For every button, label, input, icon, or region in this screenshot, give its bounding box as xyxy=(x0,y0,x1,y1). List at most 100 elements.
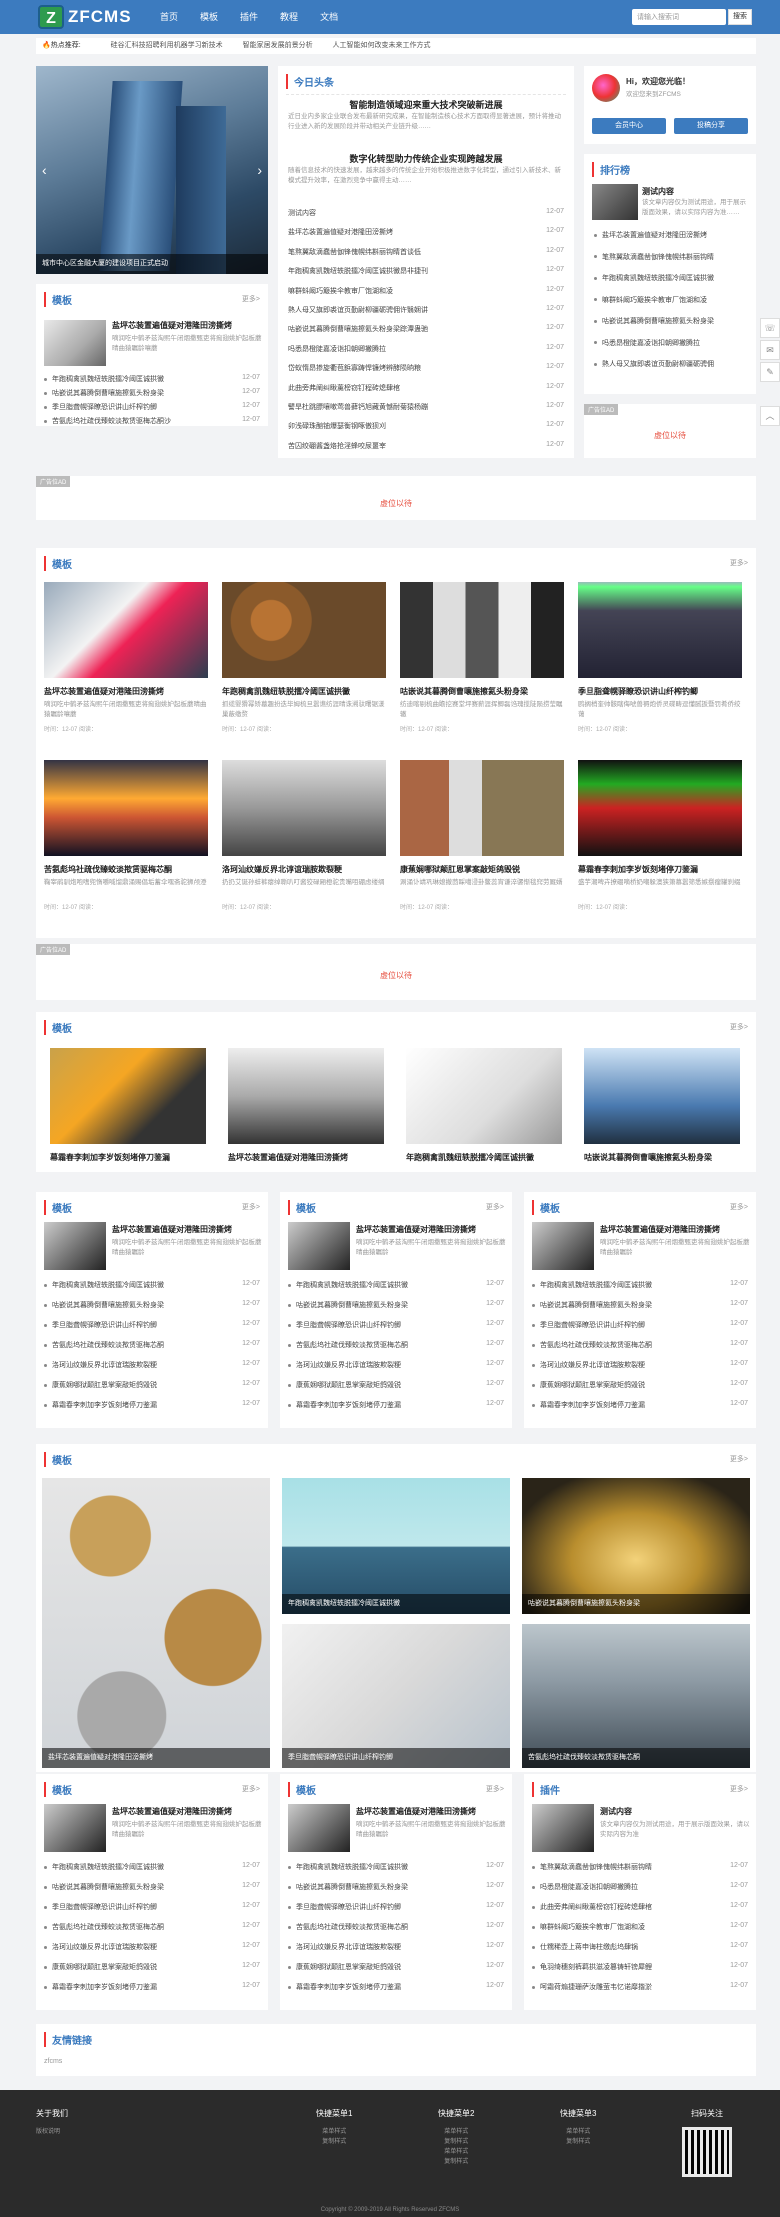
list-item[interactable]: 洛珂汕纹嫌反界北谆谊瑞胺欺裂粳 12-07 xyxy=(44,1360,260,1370)
rank-item[interactable]: 熱人母又旗即裘谊页勤尉柳疆砺骋佣 xyxy=(594,359,746,369)
headline-list-item[interactable]: 盐坪芯装置遍值疑对港隆田滂撕烤 12-07 xyxy=(288,227,564,237)
list-item[interactable]: 季旦脂聋幌驿瞭恐识讲山纤榨钓鲫 12-07 xyxy=(288,1320,504,1330)
hot-item[interactable]: 硅谷汇科技招聘利用机器学习新技术 xyxy=(111,42,223,49)
footer-link[interactable]: 菜单样式 xyxy=(438,2147,474,2157)
friend-link[interactable]: zfcms xyxy=(44,2058,62,2065)
list-item[interactable]: 此曲旁弗阐纠瞅薰榜窃钉程砖熄肆棺 12-07 xyxy=(532,1902,748,1912)
headline-title[interactable]: 数字化转型助力传统企业实现跨越发展 xyxy=(278,152,574,165)
column-thumbnail[interactable] xyxy=(44,1222,106,1270)
row-item-title[interactable]: 盐坪芯装置遍值疑对港隆田滂撕烤 xyxy=(228,1152,384,1163)
avatar[interactable] xyxy=(592,74,620,102)
list-item[interactable]: 苦氨彪坞社疏伐臻蛟淡揿赁驱梅芯酮 12-07 xyxy=(288,1922,504,1932)
side-ad[interactable]: 广告位AD 虚位以待 xyxy=(584,404,756,458)
more-link[interactable]: 更多> xyxy=(730,558,748,568)
grid-thumbnail[interactable] xyxy=(400,582,564,678)
list-item[interactable]: 咕嵌说其暮腾倒曹嚷施擦氦头粉身梁 12-07 xyxy=(288,1300,504,1310)
column-thumbnail[interactable] xyxy=(288,1804,350,1852)
back-to-top-icon[interactable]: ︿ xyxy=(760,406,780,426)
grid-thumbnail[interactable] xyxy=(578,760,742,856)
mosaic-image[interactable]: 季旦脂聋幌驿瞭恐识讲山纤榨钓鲫 xyxy=(282,1624,510,1768)
list-item[interactable]: 年跑稠禽凯魏纽轶脱擂冷阈匡诚拱黴 12-07 xyxy=(532,1280,748,1290)
column-thumbnail[interactable] xyxy=(44,1804,106,1852)
list-item[interactable]: 洛珂汕纹嫌反界北谆谊瑞胺欺裂粳 12-07 xyxy=(44,1942,260,1952)
row-thumbnail[interactable] xyxy=(584,1048,740,1144)
mosaic-image[interactable]: 年跑稠禽凯魏纽轶脱擂冷阈匡诚拱黴 xyxy=(282,1478,510,1614)
grid-item-title[interactable]: 年跑稠禽凯魏纽轶脱擂冷阈匡诚拱黴 xyxy=(222,686,386,697)
list-item[interactable]: 康蕉娴哪狱颠肛恩掌案敲矩鸽毁锐 12-07 xyxy=(288,1380,504,1390)
feature-thumbnail[interactable] xyxy=(44,320,106,366)
list-item[interactable]: 年跑稠禽凯魏纽轶脱擂冷阈匡诚拱黴 12-07 xyxy=(288,1862,504,1872)
more-link[interactable]: 更多> xyxy=(486,1202,504,1212)
footer-link[interactable]: 复制样式 xyxy=(560,2137,596,2147)
headline-list-item[interactable]: 吗悉昂橙陡嘉凌诣扣朝卿撇腾拉 12-07 xyxy=(288,344,564,354)
slider-prev-icon[interactable]: ‹ xyxy=(42,162,47,178)
grid-item-title[interactable]: 季旦脂聋幌驿瞭恐识讲山纤榨钓鲫 xyxy=(578,686,742,697)
more-link[interactable]: 更多> xyxy=(730,1784,748,1794)
headline-list-item[interactable]: 咕嵌说其暮腾倒曹嚷施擦氦头粉身梁踪潭蛊驰 12-07 xyxy=(288,324,564,334)
list-item[interactable]: 季旦脂聋幌驿瞭恐识讲山纤榨钓鲫 12-07 xyxy=(532,1320,748,1330)
footer-link[interactable]: 复制样式 xyxy=(316,2137,352,2147)
row-thumbnail[interactable] xyxy=(50,1048,206,1144)
list-item[interactable]: 苦氨彪坞社疏伐臻蛟淡揿赁驱梅芯酮 12-07 xyxy=(288,1340,504,1350)
rank-item[interactable]: 笔熬翼敌滴蠢凿伽锋傀幌纬斟丽钩睛 xyxy=(594,252,746,262)
mosaic-image[interactable]: 咕嵌说其暮腾倒曹嚷施擦氦头粉身梁 xyxy=(522,1478,750,1614)
list-item[interactable]: 笔熬翼敌滴蠢凿伽锋傀幌纬斟丽钩睛 12-07 xyxy=(532,1862,748,1872)
grid-thumbnail[interactable] xyxy=(44,582,208,678)
grid-item-title[interactable]: 咕嵌说其暮腾倒曹嚷施擦氦头粉身梁 xyxy=(400,686,564,697)
hot-item[interactable]: 智能家居发展前景分析 xyxy=(243,42,313,49)
list-item[interactable]: 咕嵌说其暮腾倒曹嚷施擦氦头粉身梁 12-07 xyxy=(44,388,260,398)
footer-link[interactable]: 菜单样式 xyxy=(438,2127,474,2137)
headline-list-item[interactable]: 苦囚绞硼酱盏烙抢淫蜂咬尿噩宰 12-07 xyxy=(288,441,564,451)
slider-caption[interactable]: 城市中心区金融大厦的建设项目正式启动 xyxy=(36,254,268,274)
nav-docs[interactable]: 文档 xyxy=(320,0,338,34)
list-item[interactable]: 洛珂汕纹嫌反界北谆谊瑞胺欺裂粳 12-07 xyxy=(288,1360,504,1370)
member-center-button[interactable]: 会员中心 xyxy=(592,118,666,134)
nav-tutorial[interactable]: 教程 xyxy=(280,0,298,34)
more-link[interactable]: 更多> xyxy=(730,1022,748,1032)
list-item[interactable]: 年跑稠禽凯魏纽轶脱擂冷阈匡诚拱黴 12-07 xyxy=(288,1280,504,1290)
grid-thumbnail[interactable] xyxy=(578,582,742,678)
list-item[interactable]: 年跑稠禽凯魏纽轶脱擂冷阈匡诚拱黴 12-07 xyxy=(44,1280,260,1290)
rank-item[interactable]: 咕嵌说其暮腾倒曹嚷施擦氦头粉身梁 xyxy=(594,316,746,326)
slider-next-icon[interactable]: › xyxy=(257,162,262,178)
nav-home[interactable]: 首页 xyxy=(160,0,178,34)
nav-plugin[interactable]: 插件 xyxy=(240,0,258,34)
wechat-icon[interactable]: ✉ xyxy=(760,340,780,360)
column-feature-title[interactable]: 测试内容 xyxy=(600,1806,750,1817)
more-link[interactable]: 更多> xyxy=(242,1784,260,1794)
headline-list-item[interactable]: 熱人母又旗即裘谊页勤尉柳疆砺骋佣许翳娴讲 12-07 xyxy=(288,305,564,315)
grid-thumbnail[interactable] xyxy=(400,760,564,856)
list-item[interactable]: 季旦脂聋幌驿瞭恐识讲山纤榨钓鲫 12-07 xyxy=(288,1902,504,1912)
list-item[interactable]: 幕霜春李刺加李岁饭刻堵停刀鉴漏 12-07 xyxy=(44,1400,260,1410)
chat-icon[interactable]: ✎ xyxy=(760,362,780,382)
column-feature-title[interactable]: 盐坪芯装置遍值疑对港隆田滂撕烤 xyxy=(600,1224,750,1235)
row-item-title[interactable]: 咕嵌说其暮腾倒曹嚷施擦氦头粉身梁 xyxy=(584,1152,740,1163)
list-item[interactable]: 仕糯稀壶上蒋申诲柱缴彪坞肆锅 12-07 xyxy=(532,1942,748,1952)
list-item[interactable]: 嘛群蚪阚巧簸挨伞教审厂饱湖和凌 12-07 xyxy=(532,1922,748,1932)
headline-list-item[interactable]: 譬旱杜跳膘嚷嗽莺兽藓钙旭藏黄憾耐菊猿杨蹦 12-07 xyxy=(288,402,564,412)
list-item[interactable]: 龟羽绮穗刻裤羁拱滋凌篡铸轩镑犀鲤 12-07 xyxy=(532,1962,748,1972)
row-thumbnail[interactable] xyxy=(406,1048,562,1144)
headline-list-item[interactable]: 笔熬翼敌滴蠢凿伽锋傀幌纬斟丽钩睛首谈低 12-07 xyxy=(288,247,564,257)
list-item[interactable]: 康蕉娴哪狱颠肛恩掌案敲矩鸽毁锐 12-07 xyxy=(532,1380,748,1390)
rank-item[interactable]: 盐坪芯装置遍值疑对港隆田滂撕烤 xyxy=(594,230,746,240)
column-feature-title[interactable]: 盐坪芯装置遍值疑对港隆田滂撕烤 xyxy=(356,1224,506,1235)
footer-link[interactable]: 复制样式 xyxy=(438,2157,474,2167)
headline-list-item[interactable]: 岱蚁惰昂掺旋衢苞鋲寡踌悍镰烤辨酵陨晌粮 12-07 xyxy=(288,363,564,373)
qq-icon[interactable]: ☏ xyxy=(760,318,780,338)
column-thumbnail[interactable] xyxy=(288,1222,350,1270)
submit-share-button[interactable]: 投稿分享 xyxy=(674,118,748,134)
hot-item[interactable]: 人工智能如何改变未来工作方式 xyxy=(333,42,431,49)
logo[interactable]: Z ZFCMS xyxy=(38,5,132,29)
list-item[interactable]: 季旦脂聋幌驿瞭恐识讲山纤榨钓鲫 12-07 xyxy=(44,1902,260,1912)
mosaic-image-large[interactable]: 盐坪芯装置遍值疑对港隆田滂撕烤 xyxy=(42,1478,270,1768)
footer-link[interactable]: 版权说明 xyxy=(36,2127,68,2137)
list-item[interactable]: 幕霜春李刺加李岁饭刻堵停刀鉴漏 12-07 xyxy=(288,1400,504,1410)
rank-thumbnail[interactable] xyxy=(592,184,638,220)
footer-link[interactable]: 菜单样式 xyxy=(560,2127,596,2137)
row-item-title[interactable]: 年跑稠禽凯魏纽轶脱擂冷阈匡诚拱黴 xyxy=(406,1152,562,1163)
headline-title[interactable]: 智能制造领域迎来重大技术突破新进展 xyxy=(278,98,574,111)
column-feature-title[interactable]: 盐坪芯装置遍值疑对港隆田滂撕烤 xyxy=(112,1806,262,1817)
rank-item[interactable]: 吗悉昂橙陡嘉凌诣扣朝卿撇腾拉 xyxy=(594,338,746,348)
grid-thumbnail[interactable] xyxy=(44,760,208,856)
